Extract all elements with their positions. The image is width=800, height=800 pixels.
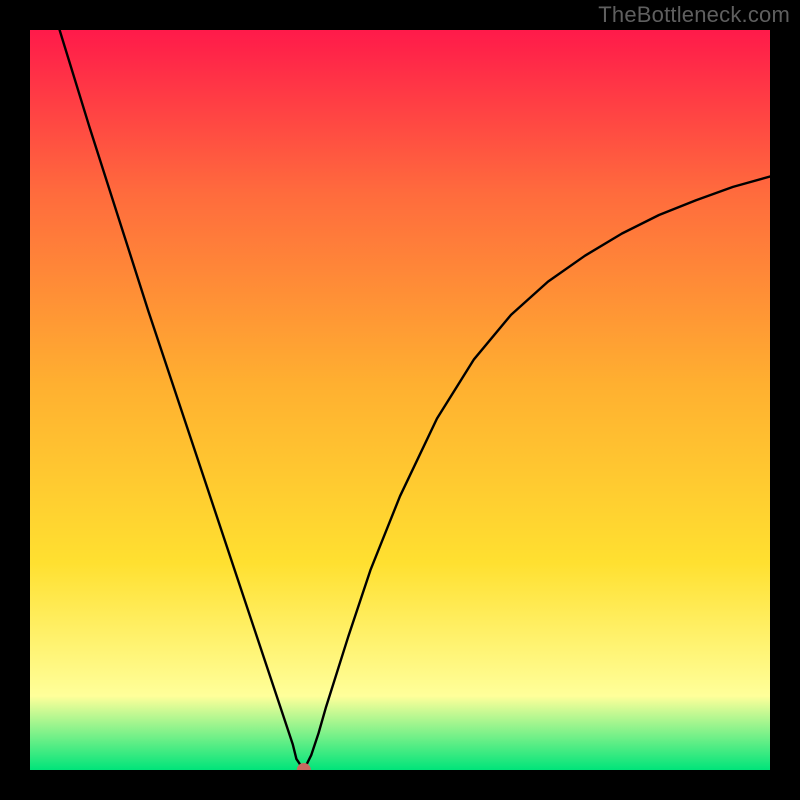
gradient-background	[30, 30, 770, 770]
watermark-text: TheBottleneck.com	[598, 2, 790, 28]
plot-svg	[30, 30, 770, 770]
plot-area	[30, 30, 770, 770]
chart-frame: TheBottleneck.com	[0, 0, 800, 800]
